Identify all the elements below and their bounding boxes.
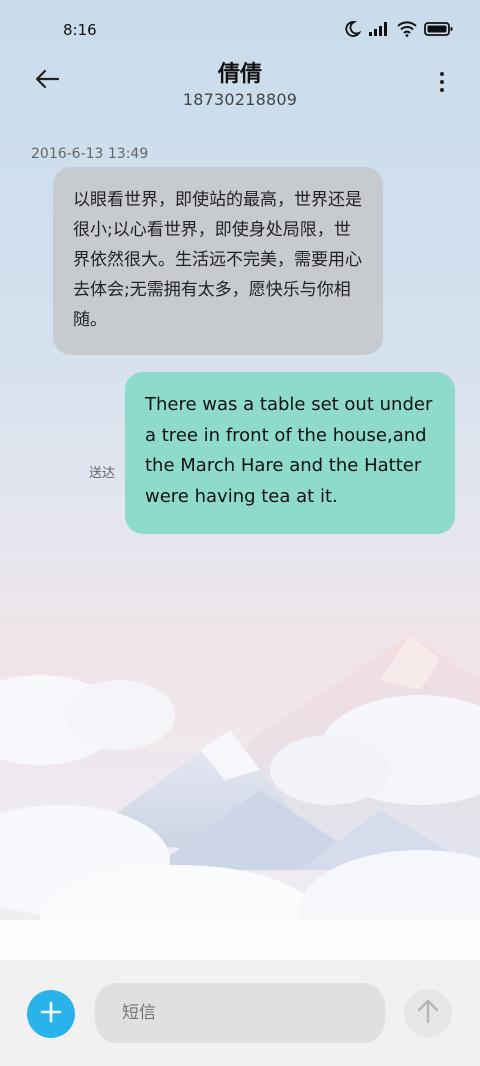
delivery-status: 送达 (89, 466, 116, 481)
background-scenery (0, 635, 480, 960)
wifi-icon (397, 21, 417, 41)
more-vertical-icon-dot (440, 88, 444, 92)
incoming-message-bubble[interactable]: 以眼看世界，即使站的最高，世界还是很小;以心看世界，即使身处局限，世界依然很大。… (53, 167, 383, 355)
message-input[interactable] (95, 983, 385, 1043)
status-bar: 8:16 (0, 0, 480, 60)
status-icons (343, 20, 454, 42)
moon-icon (343, 20, 362, 42)
message-timestamp: 2016-6-13 13:49 (31, 146, 149, 162)
battery-icon (424, 21, 454, 41)
contact-name: 倩倩 (217, 62, 262, 87)
contact-number: 18730218809 (182, 90, 298, 109)
send-button[interactable] (404, 989, 452, 1037)
more-options-button[interactable] (432, 66, 452, 98)
arrow-up-icon (417, 998, 439, 1028)
more-vertical-icon-dot (440, 80, 444, 84)
compose-bar (0, 960, 480, 1066)
plus-icon (40, 1001, 62, 1027)
outgoing-message-bubble[interactable]: There was a table set out under a tree i… (125, 372, 455, 534)
signal-icon (368, 21, 390, 41)
add-attachment-button[interactable] (27, 990, 75, 1038)
status-time: 8:16 (63, 21, 97, 39)
conversation-header: 倩倩 18730218809 (0, 56, 480, 116)
more-vertical-icon-dot (440, 72, 444, 76)
